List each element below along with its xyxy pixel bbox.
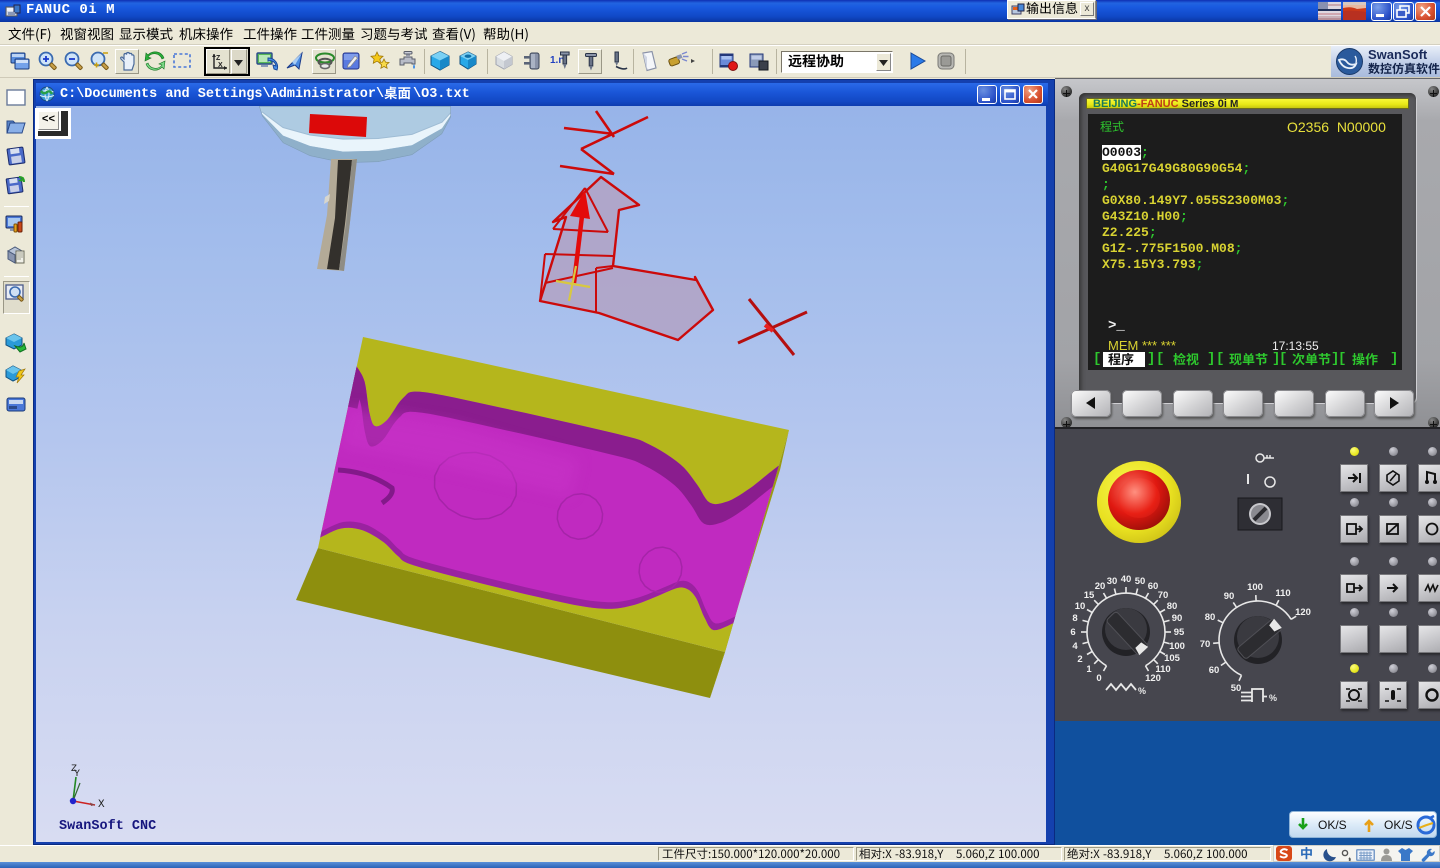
svg-text:1: 1 xyxy=(1086,664,1092,675)
svg-text:6: 6 xyxy=(1070,627,1075,638)
svg-text:90: 90 xyxy=(1172,613,1183,624)
svg-text:1.n: 1.n xyxy=(550,55,564,66)
svg-text:%: % xyxy=(1138,686,1146,694)
svg-text:30: 30 xyxy=(1107,576,1118,587)
svg-text:0: 0 xyxy=(1096,673,1101,684)
svg-text:70: 70 xyxy=(1158,590,1169,601)
svg-text:Z: Z xyxy=(71,764,77,775)
svg-text:20: 20 xyxy=(1095,581,1106,592)
svg-text:X: X xyxy=(218,62,223,69)
svg-text:120: 120 xyxy=(1295,607,1311,618)
svg-text:110: 110 xyxy=(1275,588,1290,599)
svg-text:80: 80 xyxy=(1167,601,1178,612)
svg-text:4: 4 xyxy=(1072,641,1078,652)
svg-text:8: 8 xyxy=(1072,613,1077,624)
svg-text:15: 15 xyxy=(1084,590,1095,601)
svg-text:2: 2 xyxy=(1077,654,1082,665)
svg-text:%: % xyxy=(1269,693,1277,702)
svg-text:50: 50 xyxy=(1231,683,1242,694)
svg-text:100: 100 xyxy=(1169,641,1185,652)
svg-text:105: 105 xyxy=(1164,653,1181,664)
svg-text:90: 90 xyxy=(1224,591,1235,602)
svg-text:80: 80 xyxy=(1205,612,1216,623)
svg-text:70: 70 xyxy=(1200,639,1211,650)
svg-text:X: X xyxy=(98,799,105,811)
svg-text:SwanSoft CNC: SwanSoft CNC xyxy=(59,819,156,834)
svg-text:Z: Z xyxy=(216,55,221,62)
svg-text:60: 60 xyxy=(1148,581,1159,592)
svg-text:50: 50 xyxy=(1135,576,1146,587)
svg-text:10: 10 xyxy=(1075,601,1086,612)
svg-text:40: 40 xyxy=(1121,574,1132,585)
svg-text:60: 60 xyxy=(1209,665,1220,676)
svg-text:120: 120 xyxy=(1145,673,1161,684)
svg-text:100: 100 xyxy=(1247,582,1263,593)
svg-text:95: 95 xyxy=(1174,627,1185,638)
